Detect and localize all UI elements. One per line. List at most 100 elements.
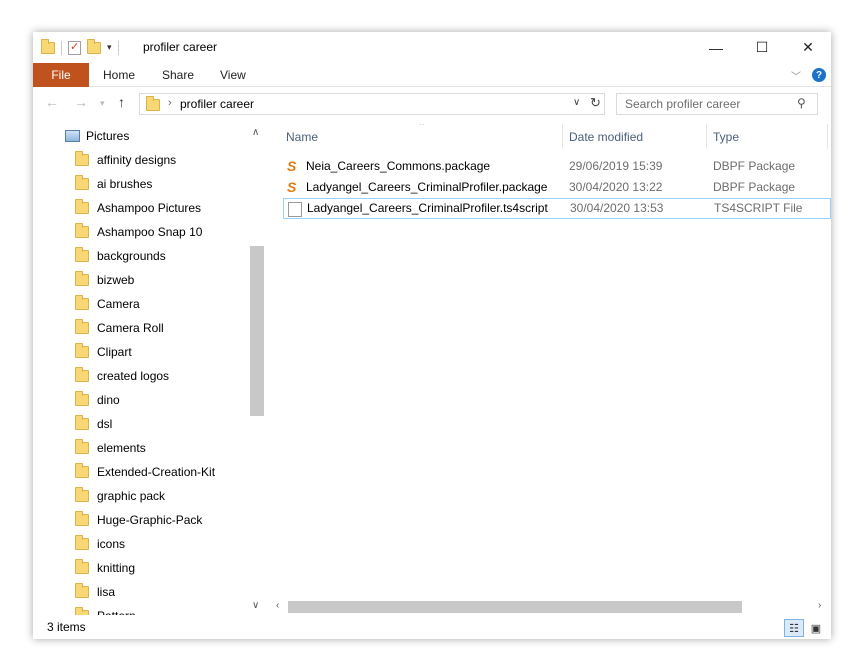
nav-item-label: Pattern	[97, 609, 136, 615]
nav-item-folder[interactable]: affinity designs	[75, 148, 176, 172]
nav-item-folder[interactable]: bizweb	[75, 268, 134, 292]
folder-icon	[75, 151, 89, 166]
folder-icon	[75, 271, 89, 286]
file-type: TS4SCRIPT File	[714, 201, 803, 215]
file-name: Neia_Careers_Commons.package	[306, 159, 491, 173]
nav-item-label: bizweb	[97, 273, 135, 287]
nav-item-label: lisa	[97, 585, 116, 599]
nav-item-folder[interactable]: Extended-Creation-Kit	[75, 460, 215, 484]
scrollbar-thumb[interactable]	[250, 246, 264, 416]
expand-ribbon-icon[interactable]: ﹀	[791, 68, 801, 83]
nav-item-folder[interactable]: Huge-Graphic-Pack	[75, 508, 202, 532]
file-list: ⌃ Name Date modified Type S Neia_Careers…	[273, 124, 831, 615]
forward-arrow-icon[interactable]: →	[74, 94, 88, 110]
file-name: Ladyangel_Careers_CriminalProfiler.ts4sc…	[307, 201, 548, 215]
nav-item-folder[interactable]: icons	[75, 532, 125, 556]
large-icons-view-button[interactable]: ▣	[806, 619, 826, 637]
customize-toolbar-icon[interactable]: ▾	[107, 42, 112, 53]
column-header-name[interactable]: Name	[286, 124, 318, 149]
recent-locations-icon[interactable]: ▾	[100, 98, 105, 109]
nav-item-folder[interactable]: lisa	[75, 580, 115, 604]
folder-icon	[75, 175, 89, 190]
scroll-left-icon[interactable]: ‹	[276, 600, 279, 611]
column-divider[interactable]	[562, 124, 563, 149]
nav-item-folder[interactable]: Camera	[75, 292, 140, 316]
nav-item-folder[interactable]: knitting	[75, 556, 135, 580]
tab-view[interactable]: View	[220, 63, 246, 87]
folder-icon	[75, 511, 89, 526]
sort-ascending-icon: ⌃	[418, 124, 426, 131]
file-name: Ladyangel_Careers_CriminalProfiler.packa…	[306, 180, 548, 194]
nav-item-folder[interactable]: graphic pack	[75, 484, 165, 508]
nav-item-label: affinity designs	[97, 153, 177, 167]
nav-item-label: backgrounds	[97, 249, 166, 263]
address-bar[interactable]: › profiler career ∨ ↻	[139, 93, 605, 115]
file-list-scrollbar[interactable]: ‹ ›	[273, 599, 831, 615]
nav-item-label: icons	[97, 537, 126, 551]
nav-item-folder[interactable]: backgrounds	[75, 244, 166, 268]
search-input[interactable]	[623, 96, 793, 112]
tab-file[interactable]: File	[33, 63, 89, 87]
nav-item-pictures[interactable]: Pictures	[65, 124, 129, 148]
folder-icon	[75, 319, 89, 334]
scrollbar-thumb[interactable]	[288, 601, 742, 613]
tab-home[interactable]: Home	[103, 63, 135, 87]
nav-item-folder[interactable]: elements	[75, 436, 146, 460]
navigation-scrollbar[interactable]: ∧ ∨	[249, 124, 265, 615]
breadcrumb-chevron-icon[interactable]: ›	[168, 97, 172, 109]
file-row[interactable]: S Ladyangel_Careers_CriminalProfiler.pac…	[283, 177, 831, 198]
column-divider[interactable]	[706, 124, 707, 149]
folder-icon	[75, 247, 89, 262]
nav-item-folder[interactable]: dsl	[75, 412, 112, 436]
status-bar: 3 items ☷ ▣	[33, 617, 831, 639]
refresh-icon[interactable]: ↻	[590, 95, 601, 111]
details-view-button[interactable]: ☷	[784, 619, 804, 637]
file-date: 30/04/2020 13:22	[569, 180, 663, 194]
nav-item-label: graphic pack	[97, 489, 166, 503]
folder-icon	[75, 463, 89, 478]
search-icon[interactable]: ⚲	[797, 96, 806, 110]
document-icon	[288, 202, 302, 217]
nav-item-folder[interactable]: Pattern	[75, 604, 136, 615]
nav-item-folder[interactable]: Ashampoo Snap 10	[75, 220, 202, 244]
column-divider[interactable]	[827, 124, 828, 149]
column-header-date[interactable]: Date modified	[569, 124, 643, 149]
pictures-icon	[65, 130, 80, 142]
nav-item-label: dino	[97, 393, 120, 407]
nav-item-folder[interactable]: created logos	[75, 364, 169, 388]
folder-icon	[75, 295, 89, 310]
breadcrumb[interactable]: profiler career	[180, 97, 254, 111]
column-header-type[interactable]: Type	[713, 124, 739, 149]
folder-icon	[75, 343, 89, 358]
maximize-button[interactable]: ☐	[739, 32, 785, 63]
scroll-right-icon[interactable]: ›	[818, 600, 821, 611]
minimize-button[interactable]: —	[693, 32, 739, 63]
folder-icon	[75, 559, 89, 574]
close-button[interactable]: ✕	[785, 32, 831, 63]
search-box[interactable]: ⚲	[616, 93, 818, 115]
file-row[interactable]: S Neia_Careers_Commons.package 29/06/201…	[283, 156, 831, 177]
scroll-down-icon[interactable]: ∨	[252, 600, 259, 611]
back-arrow-icon[interactable]: ←	[45, 94, 59, 110]
nav-item-label: Clipart	[97, 345, 132, 359]
scroll-up-icon[interactable]: ∧	[252, 127, 259, 138]
nav-item-folder[interactable]: Ashampoo Pictures	[75, 196, 201, 220]
nav-item-label: Extended-Creation-Kit	[97, 465, 216, 479]
toolbar-divider	[61, 40, 62, 55]
nav-item-folder[interactable]: dino	[75, 388, 120, 412]
nav-item-folder[interactable]: Camera Roll	[75, 316, 164, 340]
nav-item-folder[interactable]: Clipart	[75, 340, 132, 364]
folder-icon	[75, 583, 89, 598]
file-row-selected[interactable]: Ladyangel_Careers_CriminalProfiler.ts4sc…	[283, 198, 831, 219]
tab-share[interactable]: Share	[162, 63, 194, 87]
properties-icon[interactable]	[68, 40, 81, 55]
nav-item-label: Pictures	[86, 129, 130, 143]
help-icon[interactable]: ?	[812, 68, 826, 82]
nav-item-label: Ashampoo Snap 10	[97, 225, 203, 239]
folder-icon	[75, 487, 89, 502]
nav-item-folder[interactable]: ai brushes	[75, 172, 152, 196]
up-arrow-icon[interactable]: ↑	[118, 94, 125, 110]
explorer-window: ▾ profiler career — ☐ ✕ File Home Share …	[33, 32, 831, 639]
new-folder-icon[interactable]	[87, 38, 101, 54]
address-dropdown-icon[interactable]: ∨	[573, 97, 580, 108]
